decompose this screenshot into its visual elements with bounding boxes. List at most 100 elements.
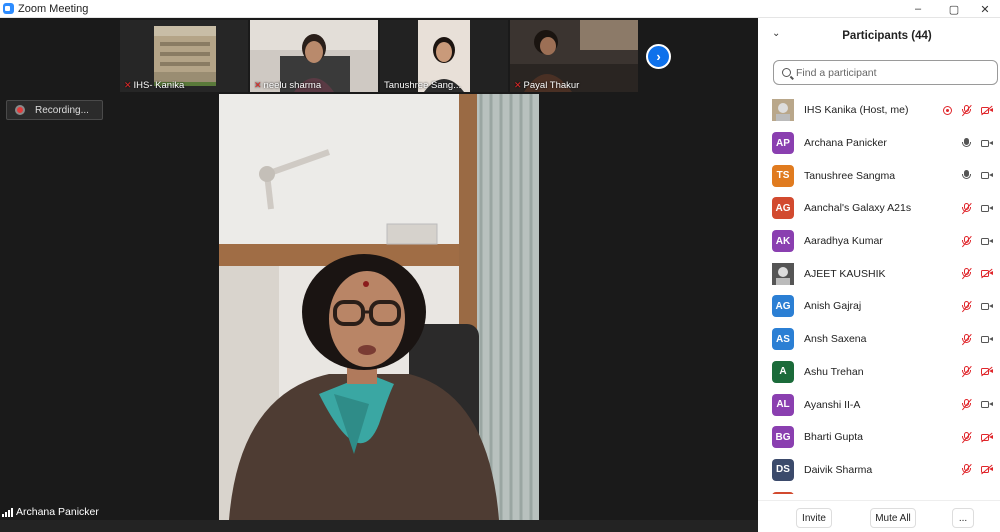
participant-row[interactable]: AG Aanchal's Galaxy A21s	[758, 192, 1000, 225]
participant-search[interactable]	[773, 60, 998, 85]
thumbnail-neelu-sharma[interactable]: ✕ neelu sharma	[250, 20, 378, 92]
active-speaker-label: Archana Panicker	[2, 506, 99, 518]
mic-muted-icon: ✕	[124, 80, 132, 90]
window-title: Zoom Meeting	[18, 2, 89, 15]
thumbnail-label: ✕ neelu sharma	[254, 80, 322, 91]
avatar: TS	[772, 164, 794, 187]
participant-row[interactable]: DD...	[758, 486, 1000, 494]
minimize-button[interactable]: –	[898, 0, 938, 18]
camera-off-icon[interactable]	[981, 432, 993, 443]
participant-status-icons	[961, 137, 993, 149]
mute-all-button[interactable]: Mute All	[870, 508, 916, 528]
record-dot-icon	[15, 105, 25, 115]
thumbnail-tanushree[interactable]: Tanushree Sang...	[380, 20, 508, 92]
camera-icon[interactable]	[981, 399, 993, 410]
participant-status-icons	[961, 170, 993, 181]
participant-row[interactable]: AK Aaradhya Kumar	[758, 225, 1000, 258]
next-page-button[interactable]: ›	[646, 44, 671, 69]
mic-muted-icon[interactable]	[961, 366, 972, 377]
mic-muted-icon[interactable]	[961, 399, 972, 410]
avatar	[772, 262, 794, 285]
mic-icon[interactable]	[961, 137, 972, 149]
participant-name: Ayanshi II-A	[804, 398, 861, 411]
participant-row[interactable]: TS Tanushree Sangma	[758, 159, 1000, 192]
participant-name: AJEET KAUSHIK	[804, 267, 886, 280]
mic-muted-icon: ✕	[254, 80, 262, 90]
participant-list: IHS Kanika (Host, me) AP Archana Panicker T…	[758, 94, 1000, 494]
participant-name: Aanchal's Galaxy A21s	[804, 202, 912, 215]
participant-row[interactable]: AP Archana Panicker	[758, 127, 1000, 160]
signal-strength-icon	[2, 507, 13, 517]
participant-row[interactable]: IHS Kanika (Host, me)	[758, 94, 1000, 127]
mic-muted-icon[interactable]	[961, 104, 972, 116]
mic-icon[interactable]	[961, 170, 972, 181]
mic-muted-icon[interactable]	[961, 464, 972, 475]
recording-indicator[interactable]: Recording...	[6, 100, 103, 120]
zoom-app-icon	[3, 3, 14, 14]
mic-muted-icon[interactable]	[961, 300, 972, 312]
more-options-button[interactable]: ...	[952, 508, 974, 528]
participant-name: Archana Panicker	[804, 137, 887, 150]
camera-off-icon[interactable]	[981, 366, 993, 377]
participant-name: Ashu Trehan	[804, 365, 864, 378]
participant-row[interactable]: AL Ayanshi II-A	[758, 388, 1000, 421]
search-icon	[782, 68, 791, 77]
participant-name: Aaradhya Kumar	[804, 235, 883, 248]
camera-icon[interactable]	[981, 236, 993, 247]
recording-status-icon	[943, 105, 952, 115]
camera-icon[interactable]	[981, 170, 993, 181]
participant-status-icons	[961, 464, 993, 475]
camera-icon[interactable]	[981, 203, 993, 214]
camera-off-icon[interactable]	[981, 464, 993, 475]
invite-button[interactable]: Invite	[796, 508, 832, 528]
thumbnail-label: Tanushree Sang...	[384, 80, 462, 91]
avatar: AG	[772, 295, 794, 318]
participant-row[interactable]: DS Daivik Sharma	[758, 454, 1000, 487]
bottom-bar	[0, 520, 758, 532]
avatar: AS	[772, 328, 794, 351]
panel-header: ⌄ Participants (44)	[758, 18, 1000, 54]
mic-muted-icon[interactable]	[961, 333, 972, 345]
participant-row[interactable]: BG Bharti Gupta	[758, 421, 1000, 454]
mic-muted-icon[interactable]	[961, 235, 972, 247]
participant-row[interactable]: AJEET KAUSHIK	[758, 257, 1000, 290]
participant-name: Anish Gajraj	[804, 300, 862, 313]
panel-footer: Invite Mute All ...	[758, 500, 1000, 532]
camera-icon[interactable]	[981, 301, 993, 312]
camera-off-icon[interactable]	[981, 105, 993, 116]
participant-status-icons	[961, 399, 993, 410]
avatar: D	[772, 491, 794, 494]
participant-status-icons	[961, 333, 993, 345]
avatar: A	[772, 360, 794, 383]
participant-row[interactable]: AS Ansh Saxena	[758, 323, 1000, 356]
thumbnail-ihs-kanika[interactable]: ✕ IHS- Kanika	[120, 20, 248, 92]
avatar: AP	[772, 132, 794, 155]
camera-icon[interactable]	[981, 334, 993, 345]
avatar	[772, 99, 794, 122]
video-thumbnail-strip: ✕ IHS- Kanika ✕ neelu sharma Tanushree S…	[120, 18, 671, 94]
mic-muted-icon[interactable]	[961, 202, 972, 214]
camera-icon[interactable]	[981, 138, 993, 149]
camera-off-icon[interactable]	[981, 268, 993, 279]
close-button[interactable]: ✕	[965, 0, 1000, 18]
mic-muted-icon: ✕	[514, 80, 522, 90]
collapse-chevron-icon[interactable]: ⌄	[772, 28, 780, 39]
speaker-video-frame	[219, 94, 539, 520]
thumbnail-payal-thakur[interactable]: ✕ Payal Thakur	[510, 20, 638, 92]
mic-muted-icon[interactable]	[961, 431, 972, 443]
avatar: AG	[772, 197, 794, 220]
avatar: AK	[772, 230, 794, 253]
search-input[interactable]	[796, 66, 976, 79]
meeting-area: ✕ IHS- Kanika ✕ neelu sharma Tanushree S…	[0, 18, 758, 532]
participant-name: IHS Kanika (Host, me)	[804, 104, 909, 117]
panel-title: Participants (44)	[842, 30, 932, 42]
participant-name: Bharti Gupta	[804, 431, 863, 444]
participant-row[interactable]: AG Anish Gajraj	[758, 290, 1000, 323]
participant-name: Daivik Sharma	[804, 463, 873, 476]
participant-row[interactable]: A Ashu Trehan	[758, 356, 1000, 389]
participant-name: Tanushree Sangma	[804, 169, 896, 182]
participant-status-icons	[961, 268, 993, 279]
mic-muted-icon[interactable]	[961, 268, 972, 279]
participant-status-icons	[961, 202, 993, 214]
participants-panel: ⌄ Participants (44) IHS Kanika (Host, me…	[758, 18, 1000, 532]
